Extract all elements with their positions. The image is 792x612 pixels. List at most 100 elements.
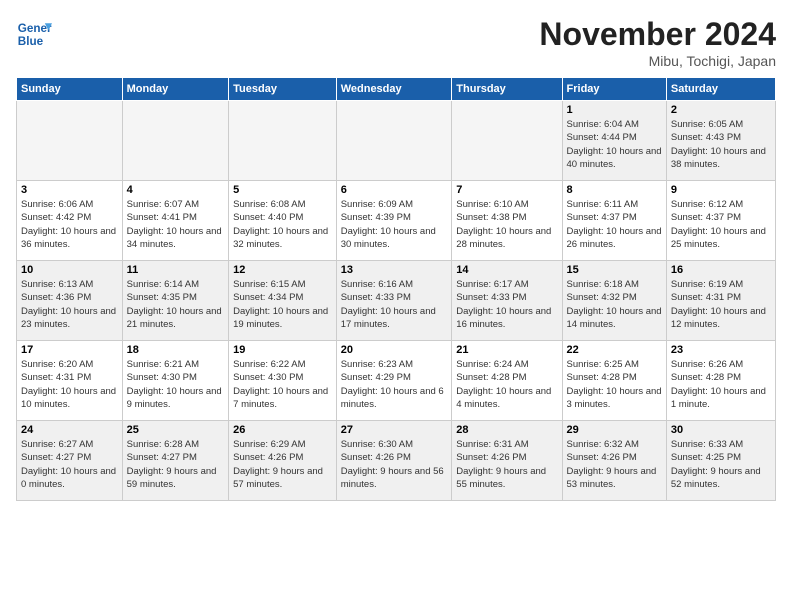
day-number: 23 [671, 344, 771, 356]
day-number: 13 [341, 264, 448, 276]
calendar-week-row: 3Sunrise: 6:06 AMSunset: 4:42 PMDaylight… [17, 181, 776, 261]
calendar-table: SundayMondayTuesdayWednesdayThursdayFrid… [16, 77, 776, 501]
calendar-day-cell: 19 Sunrise: 6:22 AMSunset: 4:30 PMDayligh… [229, 341, 337, 421]
day-info: Sunrise: 6:06 AMSunset: 4:42 PMDaylight:… [21, 198, 118, 251]
calendar-day-cell: 15 Sunrise: 6:18 AMSunset: 4:32 PMDayligh… [562, 261, 666, 341]
day-info: Sunrise: 6:33 AMSunset: 4:25 PMDaylight:… [671, 438, 771, 491]
location: Mibu, Tochigi, Japan [539, 53, 776, 69]
day-info: Sunrise: 6:31 AMSunset: 4:26 PMDaylight:… [456, 438, 557, 491]
calendar-week-row: 17 Sunrise: 6:20 AMSunset: 4:31 PMDayligh… [17, 341, 776, 421]
calendar-day-cell: 4 Sunrise: 6:07 AMSunset: 4:41 PMDaylight… [122, 181, 229, 261]
calendar-day-cell: 22Sunrise: 6:25 AMSunset: 4:28 PMDayligh… [562, 341, 666, 421]
calendar-day-cell: 2Sunrise: 6:05 AMSunset: 4:43 PMDaylight… [666, 101, 775, 181]
day-number: 26 [233, 424, 332, 436]
calendar-day-cell: 30 Sunrise: 6:33 AMSunset: 4:25 PMDayligh… [666, 421, 775, 501]
day-info: Sunrise: 6:15 AMSunset: 4:34 PMDaylight:… [233, 278, 332, 331]
day-info: Sunrise: 6:18 AMSunset: 4:32 PMDaylight:… [567, 278, 662, 331]
day-number: 29 [567, 424, 662, 436]
logo: General Blue [16, 16, 52, 52]
calendar-day-cell: 25 Sunrise: 6:28 AMSunset: 4:27 PMDayligh… [122, 421, 229, 501]
day-info: Sunrise: 6:04 AMSunset: 4:44 PMDaylight:… [567, 118, 662, 171]
day-info: Sunrise: 6:29 AMSunset: 4:26 PMDaylight:… [233, 438, 332, 491]
calendar-day-cell: 5 Sunrise: 6:08 AMSunset: 4:40 PMDaylight… [229, 181, 337, 261]
calendar-day-cell [229, 101, 337, 181]
day-number: 17 [21, 344, 118, 356]
day-info: Sunrise: 6:30 AMSunset: 4:26 PMDaylight:… [341, 438, 448, 491]
day-number: 9 [671, 184, 771, 196]
day-info: Sunrise: 6:07 AMSunset: 4:41 PMDaylight:… [127, 198, 225, 251]
calendar-day-cell: 26 Sunrise: 6:29 AMSunset: 4:26 PMDayligh… [229, 421, 337, 501]
calendar-day-cell: 10 Sunrise: 6:13 AMSunset: 4:36 PMDayligh… [17, 261, 123, 341]
day-number: 4 [127, 184, 225, 196]
calendar-day-cell: 3Sunrise: 6:06 AMSunset: 4:42 PMDaylight… [17, 181, 123, 261]
day-number: 12 [233, 264, 332, 276]
day-number: 25 [127, 424, 225, 436]
day-number: 18 [127, 344, 225, 356]
day-info: Sunrise: 6:09 AMSunset: 4:39 PMDaylight:… [341, 198, 448, 251]
calendar-week-row: 24 Sunrise: 6:27 AMSunset: 4:27 PMDayligh… [17, 421, 776, 501]
header: General Blue November 2024 Mibu, Tochigi… [16, 16, 776, 69]
day-info: Sunrise: 6:28 AMSunset: 4:27 PMDaylight:… [127, 438, 225, 491]
calendar-body: 1 Sunrise: 6:04 AMSunset: 4:44 PMDaylight… [17, 101, 776, 501]
calendar-day-cell: 7 Sunrise: 6:10 AMSunset: 4:38 PMDaylight… [452, 181, 562, 261]
day-info: Sunrise: 6:21 AMSunset: 4:30 PMDaylight:… [127, 358, 225, 411]
day-number: 30 [671, 424, 771, 436]
day-info: Sunrise: 6:19 AMSunset: 4:31 PMDaylight:… [671, 278, 771, 331]
day-info: Sunrise: 6:08 AMSunset: 4:40 PMDaylight:… [233, 198, 332, 251]
calendar-day-cell: 21 Sunrise: 6:24 AMSunset: 4:28 PMDayligh… [452, 341, 562, 421]
day-number: 1 [567, 104, 662, 116]
calendar-day-cell: 12 Sunrise: 6:15 AMSunset: 4:34 PMDayligh… [229, 261, 337, 341]
weekday-header-cell: Saturday [666, 78, 775, 101]
calendar-day-cell: 28 Sunrise: 6:31 AMSunset: 4:26 PMDayligh… [452, 421, 562, 501]
weekday-header-row: SundayMondayTuesdayWednesdayThursdayFrid… [17, 78, 776, 101]
calendar-day-cell [336, 101, 452, 181]
day-number: 11 [127, 264, 225, 276]
calendar-day-cell [452, 101, 562, 181]
day-number: 15 [567, 264, 662, 276]
calendar-week-row: 10 Sunrise: 6:13 AMSunset: 4:36 PMDayligh… [17, 261, 776, 341]
calendar-day-cell: 1 Sunrise: 6:04 AMSunset: 4:44 PMDaylight… [562, 101, 666, 181]
calendar-day-cell: 6 Sunrise: 6:09 AMSunset: 4:39 PMDaylight… [336, 181, 452, 261]
calendar-day-cell: 14Sunrise: 6:17 AMSunset: 4:33 PMDayligh… [452, 261, 562, 341]
day-info: Sunrise: 6:20 AMSunset: 4:31 PMDaylight:… [21, 358, 118, 411]
day-number: 28 [456, 424, 557, 436]
day-number: 21 [456, 344, 557, 356]
day-info: Sunrise: 6:17 AMSunset: 4:33 PMDaylight:… [456, 278, 557, 331]
weekday-header-cell: Monday [122, 78, 229, 101]
day-info: Sunrise: 6:32 AMSunset: 4:26 PMDaylight:… [567, 438, 662, 491]
calendar-day-cell: 13Sunrise: 6:16 AMSunset: 4:33 PMDayligh… [336, 261, 452, 341]
day-info: Sunrise: 6:14 AMSunset: 4:35 PMDaylight:… [127, 278, 225, 331]
day-info: Sunrise: 6:23 AMSunset: 4:29 PMDaylight:… [341, 358, 448, 411]
calendar-day-cell: 11 Sunrise: 6:14 AMSunset: 4:35 PMDayligh… [122, 261, 229, 341]
day-number: 6 [341, 184, 448, 196]
day-number: 20 [341, 344, 448, 356]
calendar-day-cell [17, 101, 123, 181]
weekday-header-cell: Friday [562, 78, 666, 101]
calendar-day-cell: 24 Sunrise: 6:27 AMSunset: 4:27 PMDayligh… [17, 421, 123, 501]
day-number: 24 [21, 424, 118, 436]
calendar-day-cell: 20 Sunrise: 6:23 AMSunset: 4:29 PMDayligh… [336, 341, 452, 421]
day-info: Sunrise: 6:25 AMSunset: 4:28 PMDaylight:… [567, 358, 662, 411]
day-info: Sunrise: 6:11 AMSunset: 4:37 PMDaylight:… [567, 198, 662, 251]
calendar-day-cell: 29 Sunrise: 6:32 AMSunset: 4:26 PMDayligh… [562, 421, 666, 501]
day-number: 27 [341, 424, 448, 436]
day-info: Sunrise: 6:27 AMSunset: 4:27 PMDaylight:… [21, 438, 118, 491]
day-number: 8 [567, 184, 662, 196]
day-number: 5 [233, 184, 332, 196]
day-info: Sunrise: 6:10 AMSunset: 4:38 PMDaylight:… [456, 198, 557, 251]
calendar-day-cell: 9Sunrise: 6:12 AMSunset: 4:37 PMDaylight… [666, 181, 775, 261]
calendar-day-cell: 23Sunrise: 6:26 AMSunset: 4:28 PMDayligh… [666, 341, 775, 421]
svg-text:Blue: Blue [18, 35, 44, 48]
day-info: Sunrise: 6:24 AMSunset: 4:28 PMDaylight:… [456, 358, 557, 411]
day-info: Sunrise: 6:13 AMSunset: 4:36 PMDaylight:… [21, 278, 118, 331]
day-number: 10 [21, 264, 118, 276]
calendar-day-cell: 18 Sunrise: 6:21 AMSunset: 4:30 PMDayligh… [122, 341, 229, 421]
month-title: November 2024 [539, 16, 776, 53]
calendar-day-cell [122, 101, 229, 181]
calendar-day-cell: 8 Sunrise: 6:11 AMSunset: 4:37 PMDaylight… [562, 181, 666, 261]
logo-icon: General Blue [16, 16, 52, 52]
day-number: 7 [456, 184, 557, 196]
day-number: 19 [233, 344, 332, 356]
day-info: Sunrise: 6:22 AMSunset: 4:30 PMDaylight:… [233, 358, 332, 411]
calendar-week-row: 1 Sunrise: 6:04 AMSunset: 4:44 PMDaylight… [17, 101, 776, 181]
